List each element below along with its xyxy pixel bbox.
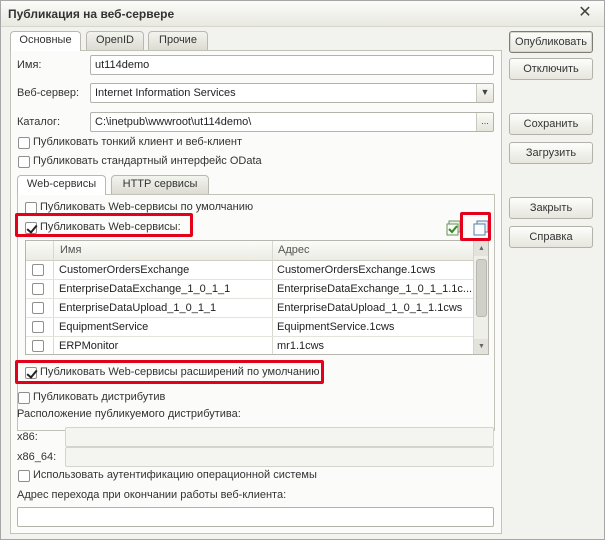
row-address: EnterpriseDataUpload_1_0_1_1.1cws <box>277 302 463 314</box>
web-services-table: Имя Адрес CustomerOrdersExchange Custome… <box>25 240 489 355</box>
distributive-location-label: Расположение публикуемого дистрибутива: <box>17 408 241 420</box>
browse-button[interactable]: ... <box>476 113 493 131</box>
row-name: EquipmentService <box>59 321 149 333</box>
row-checkbox[interactable] <box>32 264 44 276</box>
row-checkbox[interactable] <box>32 283 44 295</box>
main-tab-panel: Имя: ut114demo Веб-сервер: Internet Info… <box>10 50 502 534</box>
catalog-input[interactable]: C:\inetpub\wwwroot\ut114demo\ ... <box>90 112 494 132</box>
table-row[interactable]: ERPMonitor mr1.1cws <box>26 337 474 354</box>
publish-distributive-label: Публиковать дистрибутив <box>33 391 166 403</box>
webserver-value: Internet Information Services <box>95 87 236 99</box>
tab-openid[interactable]: OpenID <box>86 31 144 50</box>
x86-64-label: x86_64: <box>17 451 57 463</box>
scroll-thumb[interactable] <box>476 259 487 317</box>
scroll-up-icon[interactable]: ▲ <box>474 241 488 256</box>
close-button[interactable]: Закрыть <box>509 197 593 219</box>
table-row[interactable]: EnterpriseDataExchange_1_0_1_1 Enterpris… <box>26 280 474 299</box>
title-bar: Публикация на веб-сервере ✕ <box>1 1 604 27</box>
table-row[interactable]: EnterpriseDataUpload_1_0_1_1 EnterpriseD… <box>26 299 474 318</box>
x86-64-input[interactable] <box>65 447 494 467</box>
x86-input[interactable] <box>65 427 494 447</box>
publish-dialog: Публикация на веб-сервере ✕ Основные Ope… <box>0 0 605 540</box>
publish-ws-default-checkbox[interactable] <box>25 202 37 214</box>
name-label: Имя: <box>17 59 42 71</box>
publish-thin-client-label: Публиковать тонкий клиент и веб-клиент <box>33 136 243 148</box>
catalog-value: C:\inetpub\wwwroot\ut114demo\ <box>95 116 252 128</box>
scroll-down-icon[interactable]: ▼ <box>474 339 488 354</box>
chevron-down-icon[interactable]: ▼ <box>476 84 493 102</box>
tab-main[interactable]: Основные <box>10 31 81 51</box>
column-name-header[interactable]: Имя <box>60 244 81 256</box>
publish-distributive-checkbox[interactable] <box>18 392 30 404</box>
save-button[interactable]: Сохранить <box>509 113 593 135</box>
publish-ws-checkbox[interactable] <box>25 222 37 234</box>
publish-odata-checkbox[interactable] <box>18 156 30 168</box>
row-address: EnterpriseDataExchange_1_0_1_1.1c... <box>277 283 473 295</box>
table-header: Имя Адрес <box>26 241 474 261</box>
load-button[interactable]: Загрузить <box>509 142 593 164</box>
row-checkbox[interactable] <box>32 321 44 333</box>
publish-ext-default-checkbox[interactable] <box>25 367 37 379</box>
publish-ws-default-label: Публиковать Web-сервисы по умолчанию <box>40 201 254 213</box>
row-checkbox[interactable] <box>32 340 44 352</box>
close-icon[interactable]: ✕ <box>577 5 593 21</box>
disable-button[interactable]: Отключить <box>509 58 593 80</box>
publish-ws-label: Публиковать Web-сервисы: <box>40 221 181 233</box>
os-auth-checkbox[interactable] <box>18 470 30 482</box>
publish-button[interactable]: Опубликовать <box>509 31 593 53</box>
row-name: EnterpriseDataUpload_1_0_1_1 <box>59 302 217 314</box>
webserver-label: Веб-сервер: <box>17 87 80 99</box>
help-button[interactable]: Справка <box>509 226 593 248</box>
check-all-icon[interactable] <box>446 220 462 236</box>
row-address: CustomerOrdersExchange.1cws <box>277 264 436 276</box>
row-name: ERPMonitor <box>59 340 119 352</box>
table-scrollbar[interactable]: ▲ ▼ <box>473 241 488 354</box>
row-checkbox[interactable] <box>32 302 44 314</box>
window-title: Публикация на веб-сервере <box>8 7 175 21</box>
row-address: EquipmentService.1cws <box>277 321 395 333</box>
redirect-address-input[interactable] <box>17 507 494 527</box>
catalog-label: Каталог: <box>17 116 61 128</box>
tab-http-services[interactable]: HTTP сервисы <box>111 175 209 194</box>
row-name: EnterpriseDataExchange_1_0_1_1 <box>59 283 231 295</box>
uncheck-all-icon[interactable] <box>473 220 489 236</box>
table-row[interactable]: CustomerOrdersExchange CustomerOrdersExc… <box>26 261 474 280</box>
x86-label: x86: <box>17 431 38 443</box>
redirect-address-label: Адрес перехода при окончании работы веб-… <box>17 489 287 501</box>
publish-thin-client-checkbox[interactable] <box>18 137 30 149</box>
row-address: mr1.1cws <box>277 340 325 352</box>
column-address-header[interactable]: Адрес <box>278 244 310 256</box>
tab-web-services[interactable]: Web-сервисы <box>17 175 106 195</box>
row-name: CustomerOrdersExchange <box>59 264 190 276</box>
os-auth-label: Использовать аутентификацию операционной… <box>33 469 317 481</box>
table-row[interactable]: EquipmentService EquipmentService.1cws <box>26 318 474 337</box>
webserver-select[interactable]: Internet Information Services ▼ <box>90 83 494 103</box>
tab-other[interactable]: Прочие <box>148 31 208 50</box>
name-input[interactable]: ut114demo <box>90 55 494 75</box>
publish-ext-default-label: Публиковать Web-сервисы расширений по ум… <box>40 366 320 378</box>
publish-odata-label: Публиковать стандартный интерфейс OData <box>33 155 262 167</box>
